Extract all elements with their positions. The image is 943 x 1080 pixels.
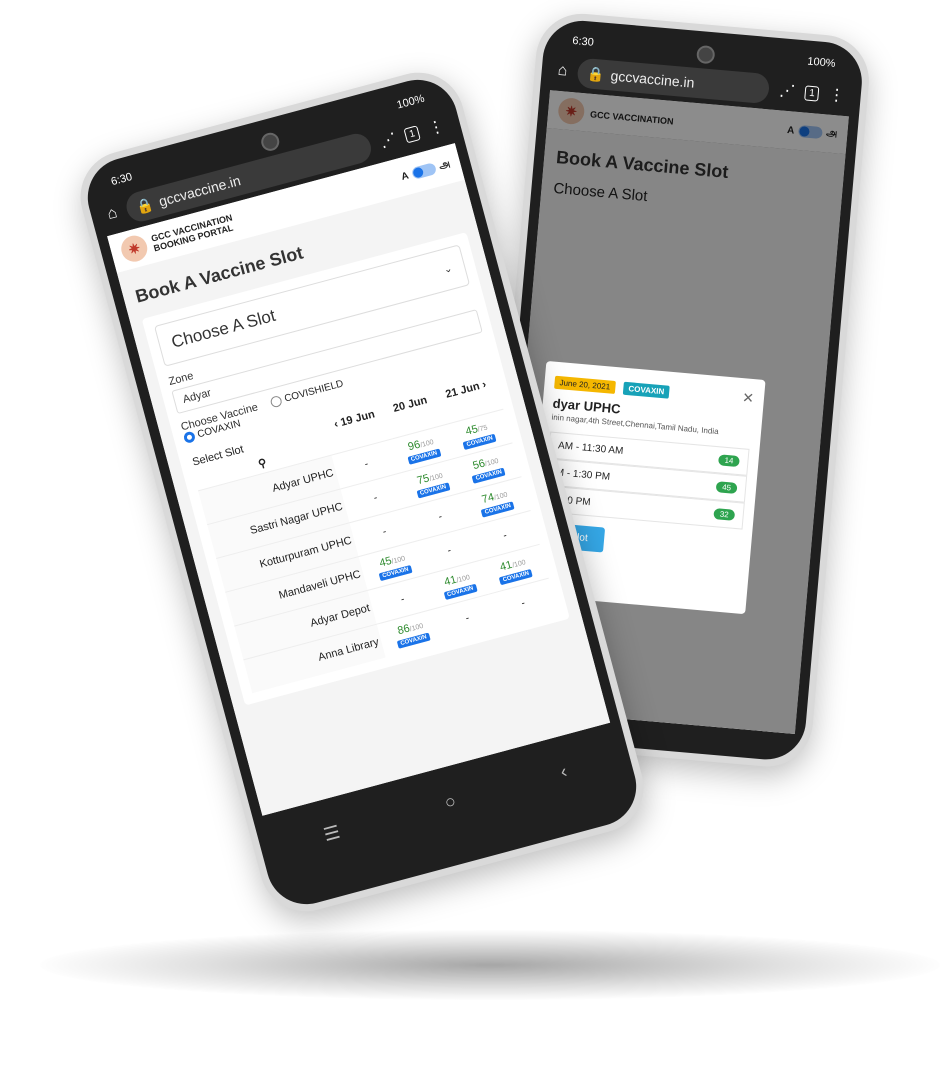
chevron-down-icon: ⌄ [442, 262, 454, 276]
close-icon[interactable]: ✕ [742, 389, 755, 407]
home-icon[interactable]: ⌂ [105, 204, 119, 224]
radio-checked-icon [182, 430, 197, 445]
total-count: /100 [455, 573, 471, 584]
language-toggle[interactable]: A அ [400, 158, 452, 183]
lock-icon: 🔒 [586, 64, 606, 83]
modal-date-badge: June 20, 2021 [554, 375, 616, 394]
chevron-left-icon[interactable]: ‹ [333, 418, 340, 431]
slot-card: Choose A Slot ⌄ Zone Adyar Choose Vaccin… [141, 232, 570, 706]
floor-shadow [40, 930, 940, 1000]
total-count: /100 [493, 491, 509, 502]
available-count: 86 [396, 622, 412, 637]
available-count: 45 [378, 554, 394, 570]
time-slot-count: 45 [715, 481, 738, 494]
status-battery: 100% [395, 92, 426, 112]
status-time: 6:30 [109, 170, 134, 189]
time-slot-label: M - 1:30 PM [555, 467, 611, 483]
time-slot-label: AM - 11:30 AM [557, 440, 624, 457]
tabs-button[interactable]: 1 [403, 124, 421, 143]
total-count: /100 [511, 558, 527, 569]
total-count: /100 [484, 457, 500, 468]
portal-logo-icon: ✷ [118, 232, 151, 265]
total-count: /100 [409, 622, 425, 633]
menu-icon[interactable]: ⋮ [828, 85, 846, 106]
total-count: /100 [390, 554, 406, 566]
share-icon[interactable]: ⋰ [378, 128, 399, 151]
menu-icon[interactable]: ⋮ [426, 116, 447, 139]
share-icon[interactable]: ⋰ [778, 80, 796, 101]
back-icon[interactable]: ‹ [558, 760, 569, 782]
time-slot-count: 32 [713, 508, 736, 521]
lang-a: A [400, 169, 410, 183]
available-count: 45 [464, 422, 480, 438]
url-text: gccvaccine.in [609, 67, 696, 91]
modal-vaccine-badge: COVAXIN [622, 381, 670, 399]
status-battery: 100% [806, 55, 836, 70]
total-count: /100 [419, 438, 435, 449]
radio-unchecked-icon [269, 394, 284, 409]
choose-slot-label: Choose A Slot [169, 305, 278, 352]
home-circle-icon[interactable]: ○ [442, 790, 458, 813]
recents-icon[interactable]: ☰ [321, 821, 342, 845]
total-count: /100 [428, 472, 444, 483]
time-slot-count: 14 [718, 454, 740, 468]
lock-icon: 🔒 [134, 194, 156, 215]
tabs-button[interactable]: 1 [804, 84, 820, 102]
lang-b: அ [437, 158, 452, 172]
chevron-right-icon[interactable]: › [481, 378, 488, 391]
status-time: 6:30 [571, 34, 595, 49]
total-count: /75 [477, 423, 489, 434]
home-icon[interactable]: ⌂ [557, 62, 568, 81]
toggle-switch[interactable] [410, 162, 438, 180]
